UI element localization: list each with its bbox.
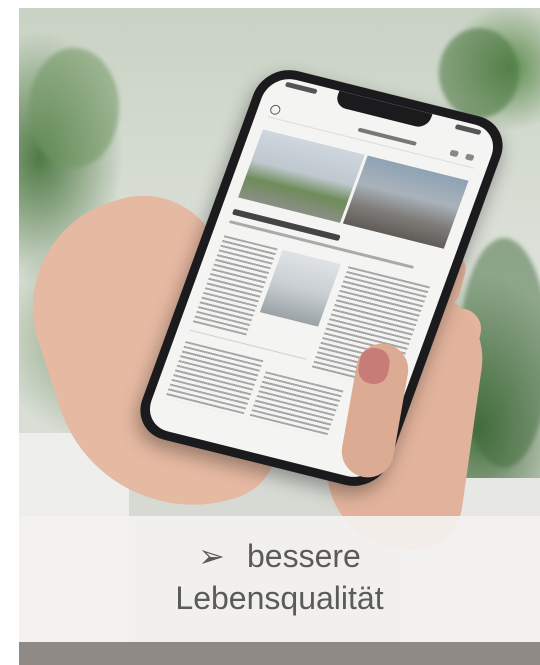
caption-banner: ➢ bessere Lebensqualität: [19, 516, 540, 642]
article-image-building: [342, 155, 469, 249]
caption-line-2: Lebensqualität: [175, 580, 384, 616]
caption-text-1: bessere: [246, 538, 361, 574]
status-time: [284, 81, 318, 95]
foliage-blur: [29, 48, 119, 168]
arrow-bullet-icon: ➢: [198, 538, 225, 574]
text-column: [165, 341, 264, 418]
text-column: [192, 235, 278, 336]
foliage-blur: [439, 28, 519, 118]
more-icon: [464, 153, 475, 162]
menu-icon: [268, 103, 282, 116]
photo-bottom-edge: [19, 642, 540, 665]
text-column: [248, 371, 344, 438]
app-title: [357, 127, 418, 146]
share-icon: [449, 149, 460, 158]
article-image-park: [238, 129, 365, 223]
status-icons: [454, 124, 482, 136]
caption-line-1: ➢ bessere: [19, 536, 540, 576]
